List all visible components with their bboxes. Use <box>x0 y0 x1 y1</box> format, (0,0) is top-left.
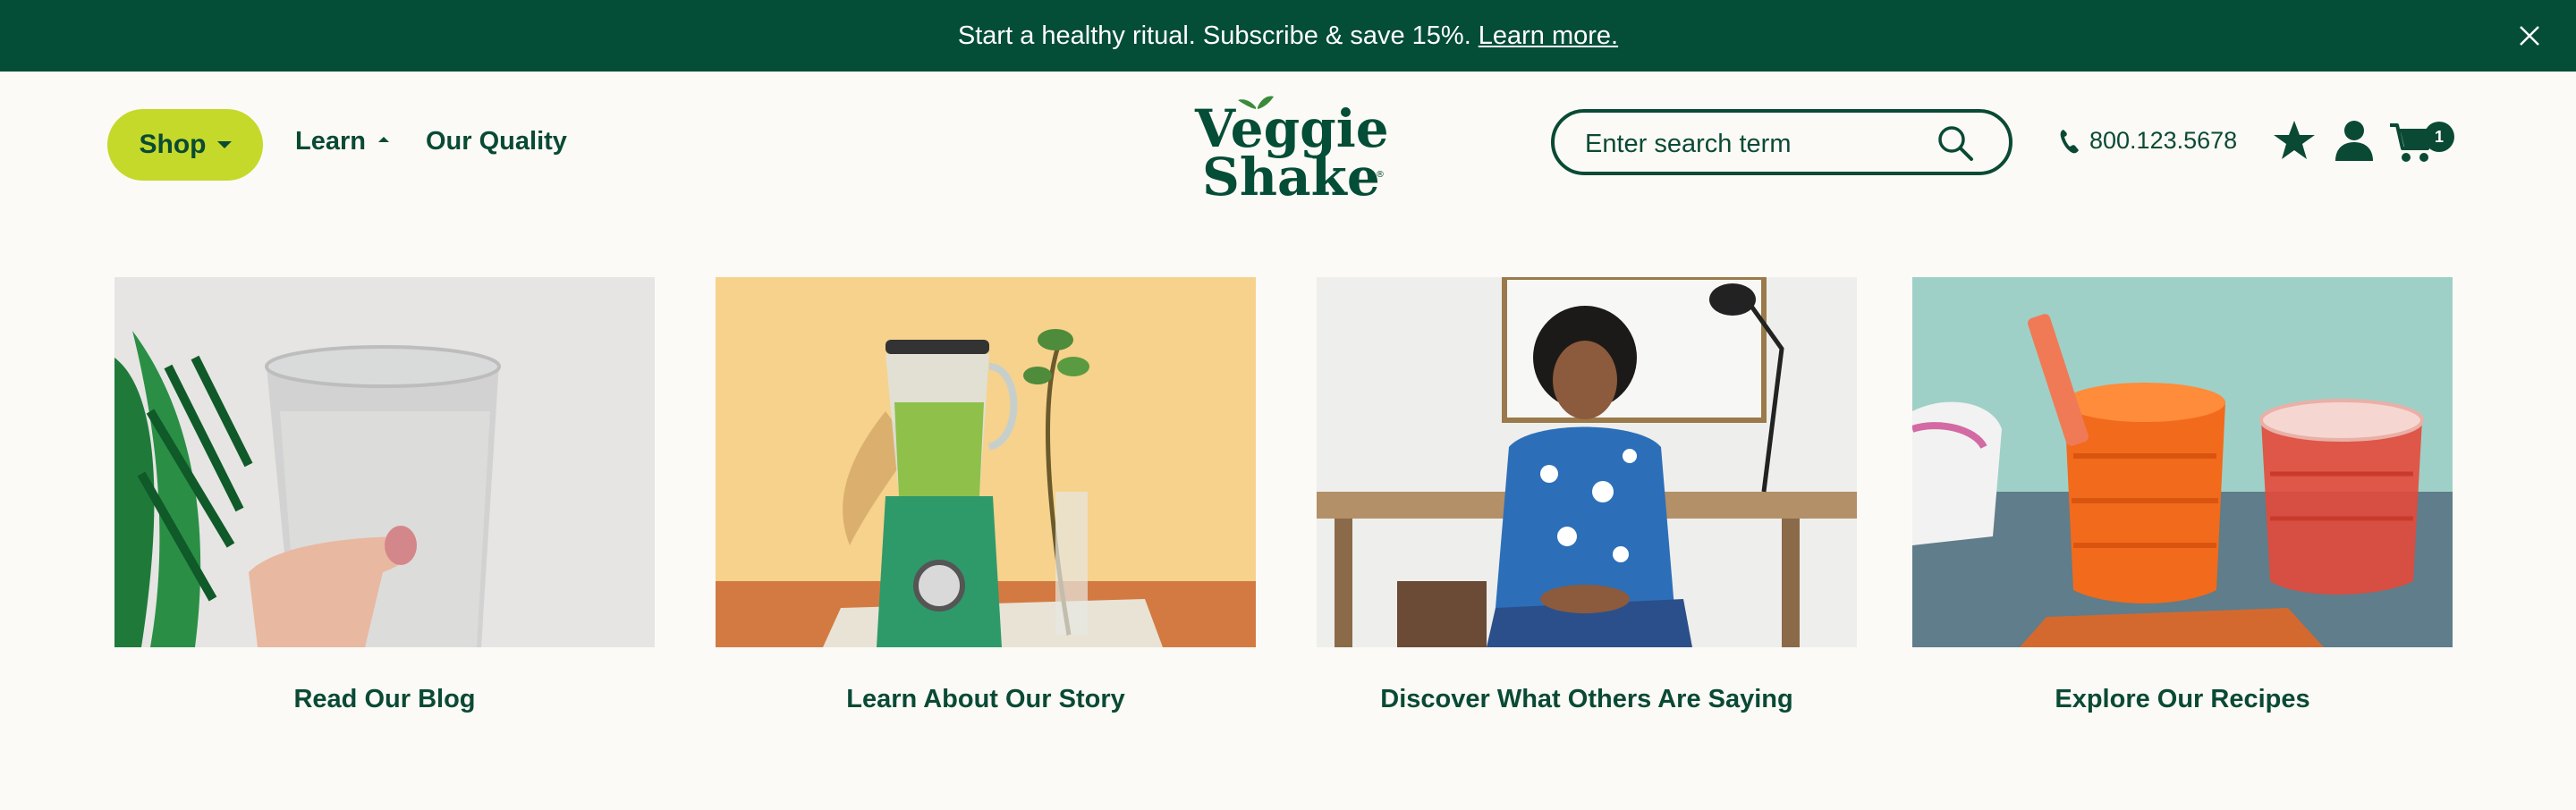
learn-label: Learn <box>295 127 366 156</box>
card-caption: Explore Our Recipes <box>2055 685 2310 713</box>
logo-line-shake: Shake <box>1202 147 1380 200</box>
card-caption: Discover What Others Are Saying <box>1380 685 1793 713</box>
chevron-down-icon <box>216 141 232 148</box>
phone-number: 800.123.5678 <box>2089 127 2238 154</box>
search-box <box>1551 109 2012 175</box>
testimonial-image-woman <box>1317 277 1857 647</box>
card-caption: Read Our Blog <box>293 685 476 713</box>
shop-menu-button[interactable]: Shop <box>107 109 263 181</box>
chevron-up-icon <box>377 136 389 142</box>
phone-link[interactable]: 800.123.5678 <box>2059 127 2237 155</box>
learn-menu-link[interactable]: Learn <box>295 127 389 156</box>
shop-label: Shop <box>139 130 207 159</box>
star-icon[interactable] <box>2272 118 2317 167</box>
cart-count-badge: 1 <box>2424 122 2454 152</box>
user-icon[interactable] <box>2333 118 2376 167</box>
veggie-shake-logo[interactable]: Veggie Shake ® <box>1190 84 1389 207</box>
logo-registered-mark: ® <box>1376 170 1385 180</box>
site-header: Shop Learn Our Quality Veggie Shake ® En… <box>0 72 2576 224</box>
phone-icon <box>2060 129 2079 153</box>
search-icon[interactable] <box>1936 123 1975 163</box>
announcement-text: Start a healthy ritual. Subscribe & save… <box>957 21 1471 50</box>
card-read-our-blog[interactable]: Read Our Blog <box>114 277 655 714</box>
story-image-blender <box>716 277 1256 647</box>
our-quality-label: Our Quality <box>426 127 567 156</box>
search-input[interactable] <box>1583 127 1927 161</box>
card-discover-what-others-are-saying[interactable]: Discover What Others Are Saying <box>1317 277 1857 714</box>
card-learn-about-our-story[interactable]: Learn About Our Story <box>716 277 1256 714</box>
announcement-bar: Start a healthy ritual. Subscribe & save… <box>0 0 2576 72</box>
recipes-image-juice-glasses <box>1912 277 2453 647</box>
close-icon[interactable] <box>2513 20 2546 52</box>
announcement-learn-more-link[interactable]: Learn more. <box>1479 21 1618 51</box>
card-explore-our-recipes[interactable]: Explore Our Recipes <box>1912 277 2453 714</box>
blog-image-shake-glass <box>114 277 655 647</box>
our-quality-link[interactable]: Our Quality <box>426 127 567 156</box>
card-caption: Learn About Our Story <box>846 685 1125 713</box>
